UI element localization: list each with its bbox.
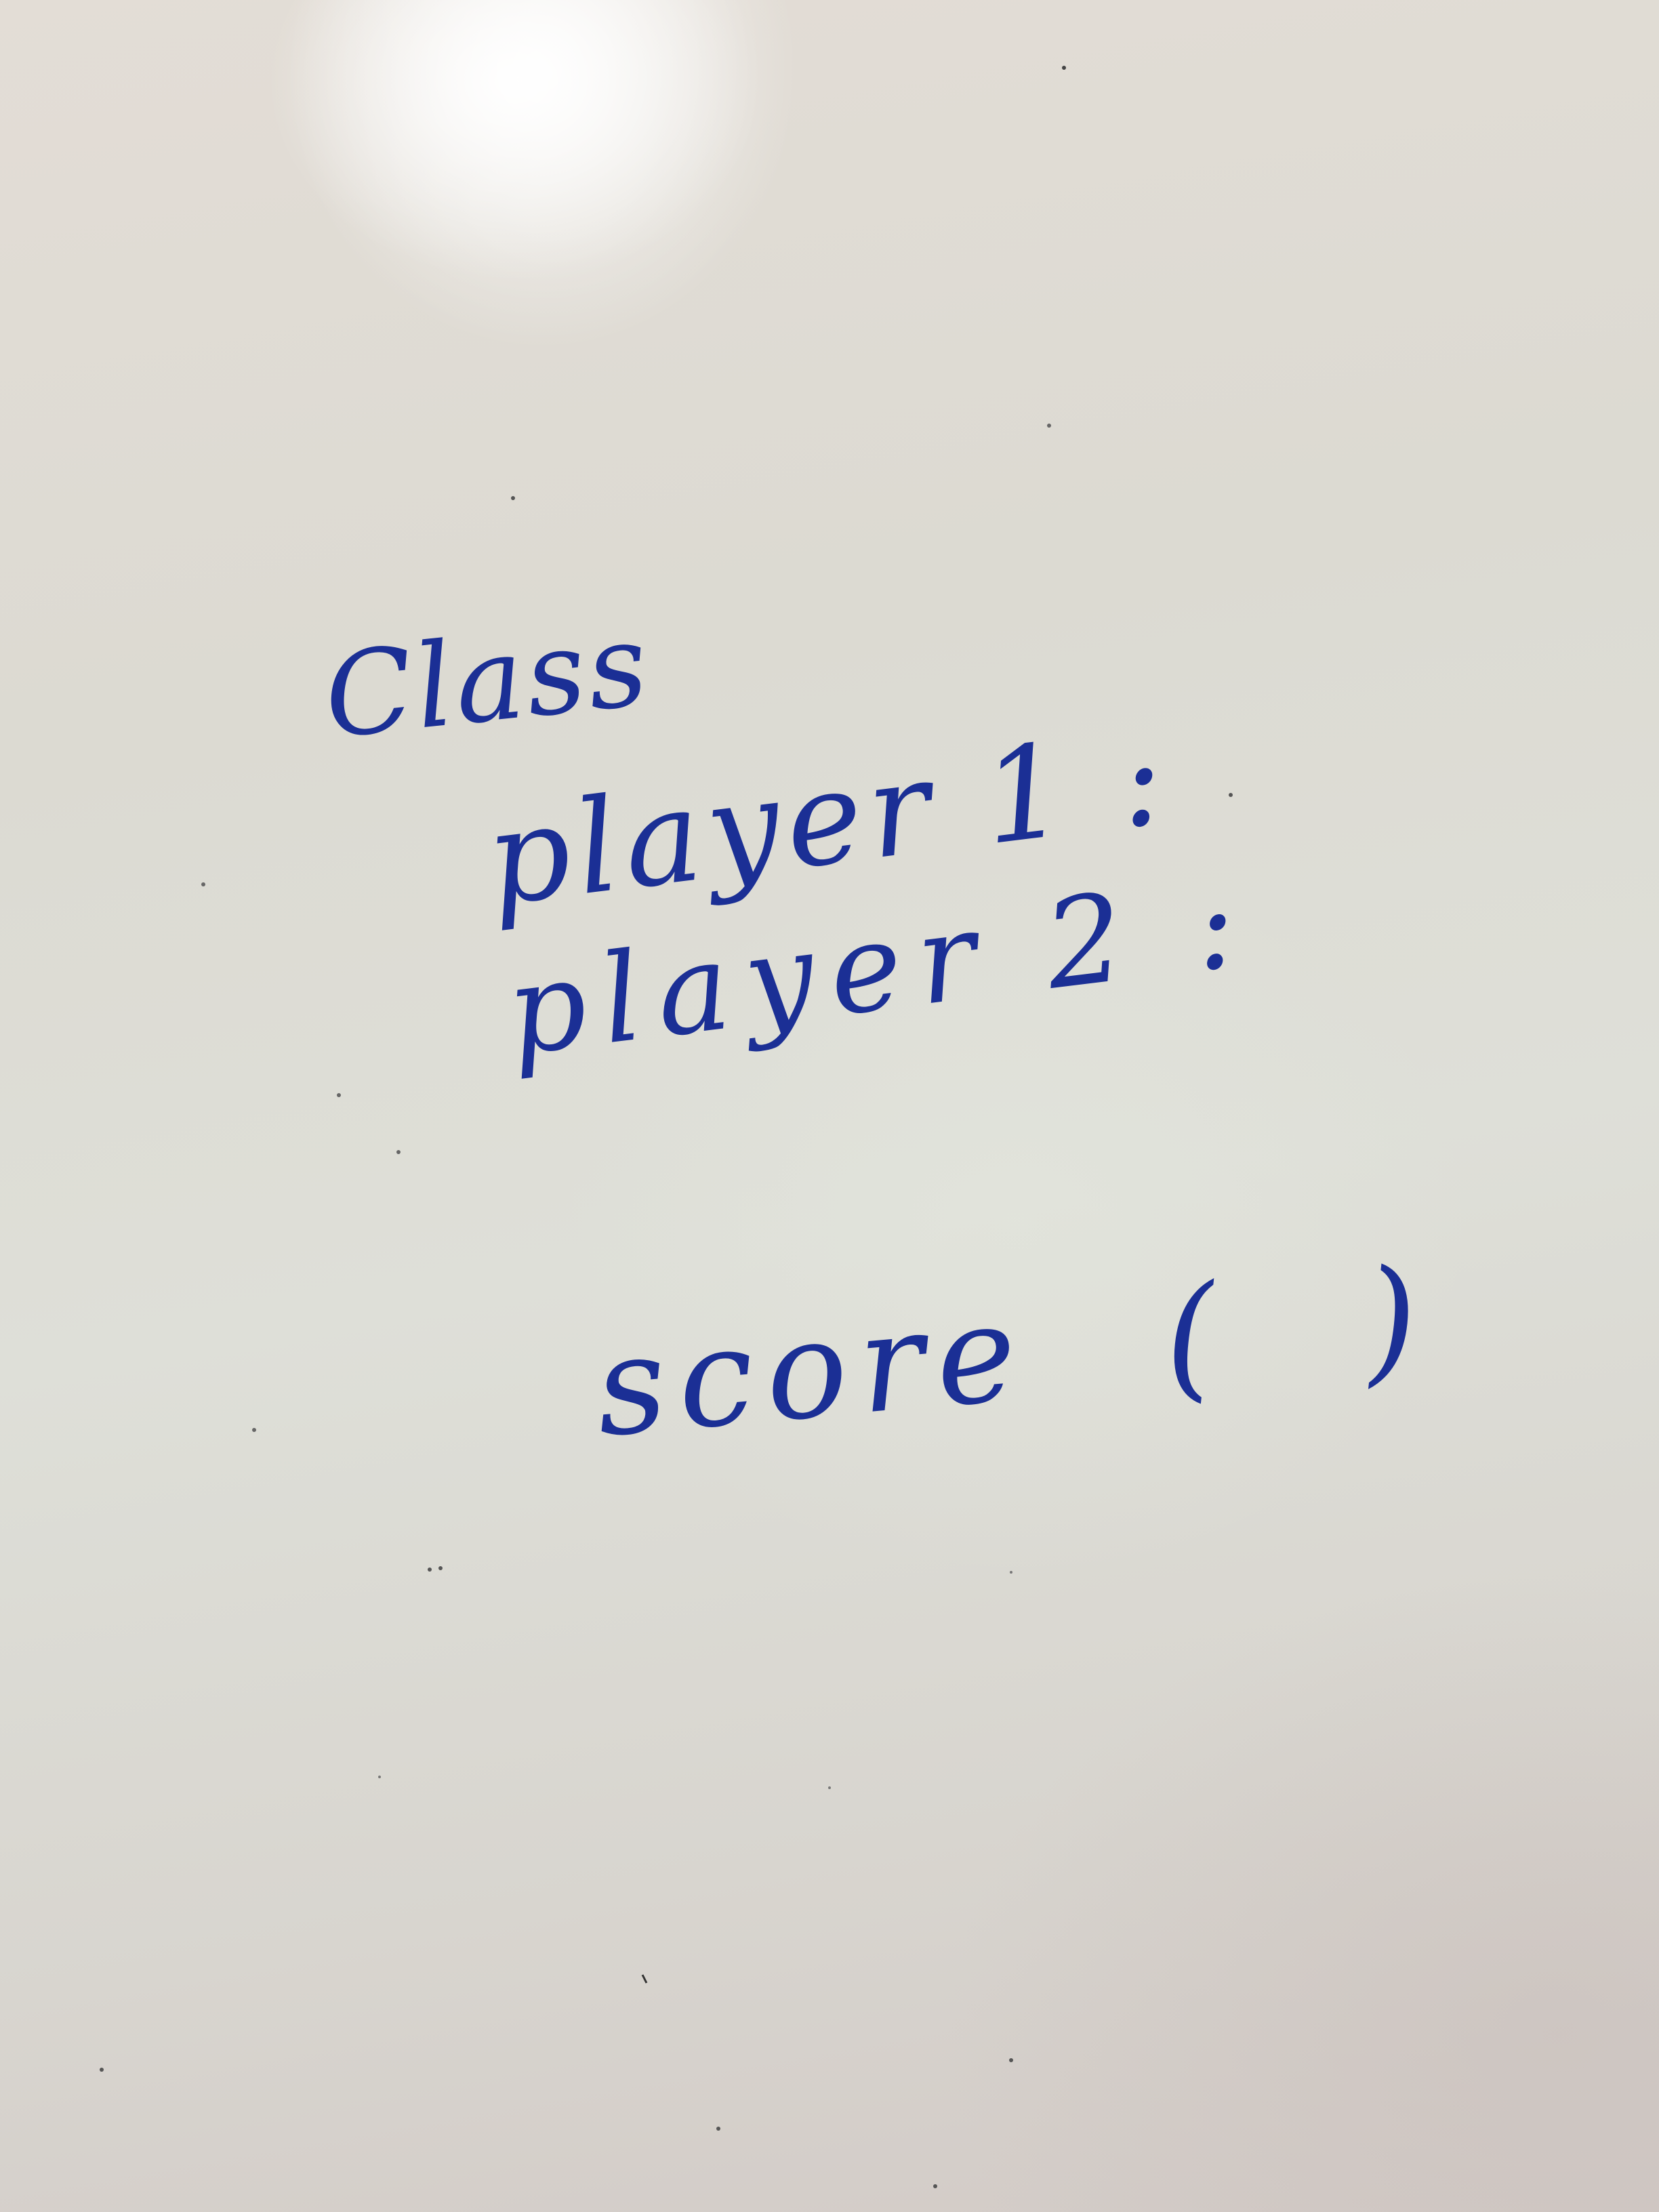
heading-class: Class <box>318 597 656 765</box>
whiteboard-surface: Class player 1 : player 2 : score ( ) <box>0 0 1659 2212</box>
handwritten-notes: Class player 1 : player 2 : score ( ) <box>0 0 1659 2212</box>
score-method-line: score ( ) <box>589 1237 1437 1468</box>
